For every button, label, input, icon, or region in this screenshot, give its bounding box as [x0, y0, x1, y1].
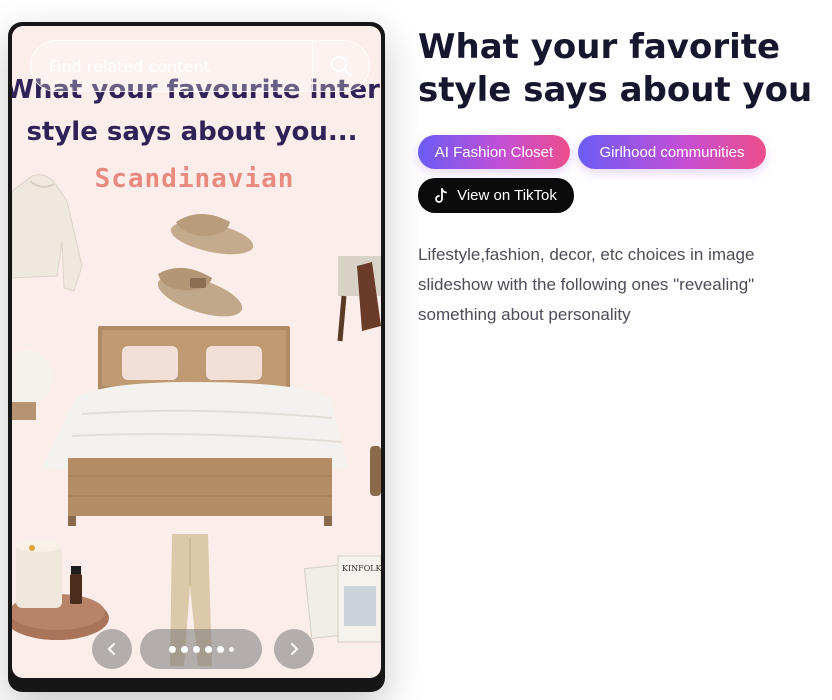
- side-table-image: [370, 446, 381, 496]
- search-input[interactable]: Find related content: [49, 57, 312, 76]
- slide-indicator: [140, 629, 262, 669]
- slide-dot[interactable]: [204, 645, 212, 653]
- next-slide-button[interactable]: [274, 629, 314, 669]
- lamp-image: [12, 350, 52, 420]
- clogs-image: [157, 214, 254, 317]
- search-bar[interactable]: Find related content: [30, 40, 370, 92]
- slide-dot[interactable]: [168, 645, 176, 653]
- chevron-left-icon: [107, 643, 115, 655]
- bed-image: [42, 326, 348, 526]
- search-icon: [331, 56, 352, 77]
- prev-slide-button[interactable]: [92, 629, 132, 669]
- tiktok-label: View on TikTok: [457, 187, 557, 204]
- svg-text:KINFOLK: KINFOLK: [342, 564, 381, 573]
- magazines-image: KINFOLK: [303, 555, 381, 643]
- slideshow-screen: KINFOLK Find related content What your f…: [12, 26, 381, 678]
- slide-subtitle: Scandinavian: [94, 164, 295, 194]
- phone-frame: KINFOLK Find related content What your f…: [8, 22, 385, 692]
- tag-girlhood-communities[interactable]: Girlhood communities: [578, 135, 766, 169]
- view-on-tiktok-button[interactable]: View on TikTok: [418, 178, 574, 213]
- chair-image: [337, 256, 381, 342]
- post-description: Lifestyle,fashion, decor, etc choices in…: [418, 245, 755, 324]
- slide-dot[interactable]: [180, 645, 188, 653]
- slide-title-line2: style says about you...: [26, 117, 358, 147]
- slide-dot[interactable]: [228, 646, 234, 652]
- chevron-right-icon: [291, 643, 299, 655]
- tag-ai-fashion-closet[interactable]: AI Fashion Closet: [418, 135, 570, 169]
- tiktok-icon: [435, 187, 448, 203]
- search-button[interactable]: [313, 40, 369, 92]
- slide-dot[interactable]: [216, 645, 224, 653]
- post-title: What your favorite style says about you: [418, 27, 813, 110]
- diffuser-image: [12, 540, 109, 640]
- slide-dot[interactable]: [192, 645, 200, 653]
